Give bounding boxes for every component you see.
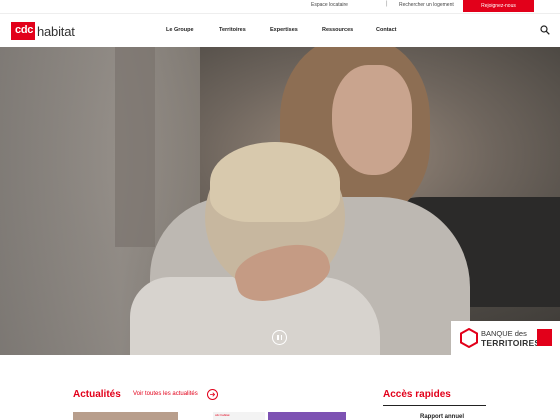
hexagon-logo-icon	[460, 328, 478, 348]
hero-woman-face	[332, 65, 412, 175]
badge-line2: TERRITOIRES	[481, 338, 541, 348]
nav-territoires[interactable]: Territoires	[219, 27, 246, 33]
voir-toutes-actualites-link[interactable]: Voir toutes les actualités	[133, 391, 198, 397]
hero-video	[0, 47, 560, 355]
acces-rapides-title: Accès rapides	[383, 389, 451, 400]
espace-locataire-link[interactable]: Espace locataire	[311, 2, 348, 8]
thumbnail-logo-label: cdc habitat	[215, 413, 230, 417]
groupe-caisse-depots-logo	[537, 329, 552, 346]
pause-bar-right	[280, 335, 282, 340]
news-thumbnail-2[interactable]: cdc habitat	[213, 412, 265, 420]
logo-habitat-text: habitat	[37, 23, 75, 39]
arrow-right-icon[interactable]	[207, 389, 218, 400]
utility-bar: Espace locataire | Rechercher un logemen…	[0, 0, 560, 13]
actualites-title: Actualités	[73, 389, 121, 400]
hero-background-door	[115, 47, 155, 247]
search-icon[interactable]	[540, 25, 550, 35]
main-header: cdc habitat Le Groupe Territoires Expert…	[0, 13, 560, 47]
nav-expertises[interactable]: Expertises	[270, 27, 298, 33]
news-thumbnail-3[interactable]	[268, 412, 346, 420]
utility-separator: |	[386, 1, 388, 7]
rechercher-logement-link[interactable]: Rechercher un logement	[399, 2, 454, 8]
nav-contact[interactable]: Contact	[376, 27, 396, 33]
badge-line1: BANQUE des	[481, 329, 527, 338]
rejoignez-nous-button[interactable]: Rejoignez-nous	[463, 0, 534, 12]
pause-icon[interactable]	[272, 330, 287, 345]
nav-le-groupe[interactable]: Le Groupe	[166, 27, 194, 33]
quick-access-item[interactable]: Rapport annuel	[420, 414, 464, 420]
banque-des-territoires-badge[interactable]: BANQUE des TERRITOIRES	[451, 321, 560, 355]
logo-mark: cdc	[11, 22, 35, 40]
news-thumbnail-1[interactable]	[73, 412, 178, 420]
pause-bar-left	[277, 335, 279, 340]
cdc-habitat-logo[interactable]: cdc habitat	[11, 22, 75, 40]
logo-cdc-text: cdc	[15, 24, 34, 36]
hero-child-hair	[210, 142, 340, 222]
acces-rapides-underline	[383, 405, 486, 406]
nav-ressources[interactable]: Ressources	[322, 27, 353, 33]
